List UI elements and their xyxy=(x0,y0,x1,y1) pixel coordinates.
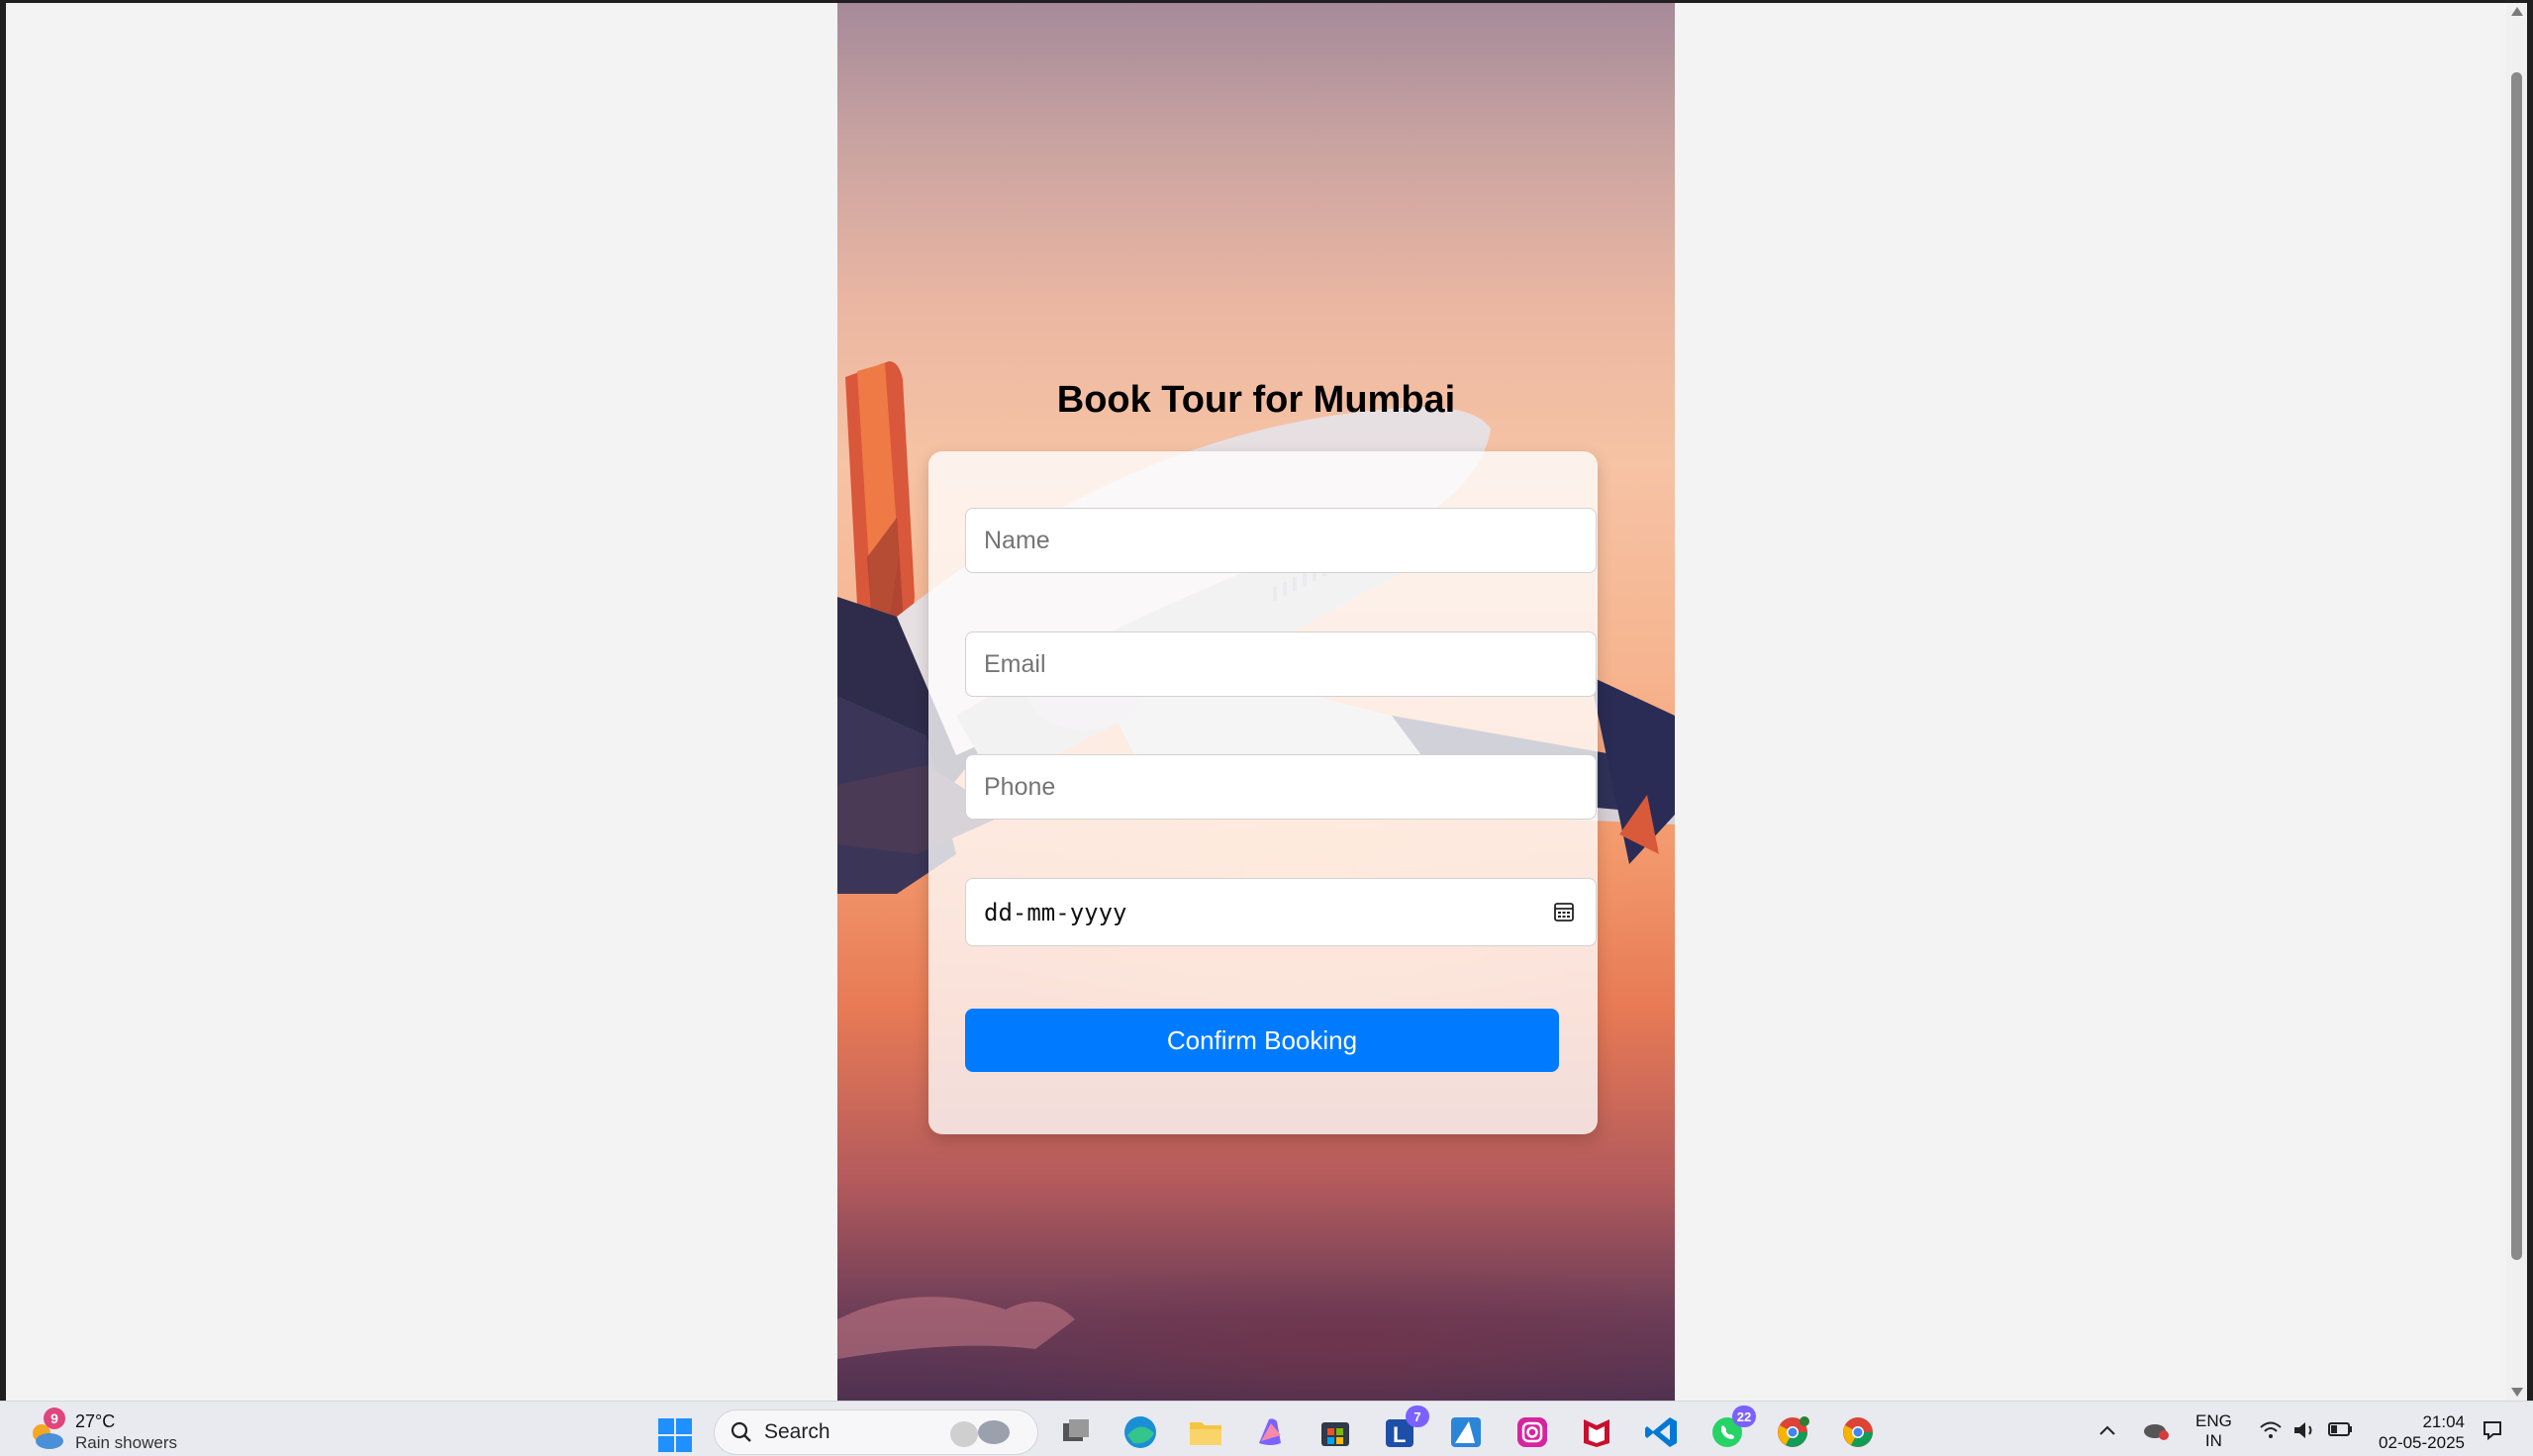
search-label: Search xyxy=(764,1420,830,1443)
system-clock[interactable]: 21:04 02-05-2025 xyxy=(2366,1411,2465,1453)
chrome-profile-icon[interactable] xyxy=(1774,1413,1811,1451)
weather-temperature: 27°C xyxy=(75,1411,116,1431)
file-explorer-icon[interactable] xyxy=(1187,1413,1224,1451)
name-input[interactable]: Name xyxy=(965,508,1597,573)
edge-icon[interactable] xyxy=(1121,1413,1159,1451)
chrome-icon[interactable] xyxy=(1839,1413,1877,1451)
confirm-booking-button[interactable]: Confirm Booking xyxy=(965,1009,1559,1072)
volume-icon[interactable] xyxy=(2292,1419,2318,1441)
wifi-icon[interactable] xyxy=(2259,1419,2283,1441)
vertical-scrollbar[interactable] xyxy=(2506,3,2527,1401)
page-title: Book Tour for Mumbai xyxy=(1056,379,1456,421)
region-label: IN xyxy=(2204,1431,2222,1450)
teams-icon[interactable]: L 7 xyxy=(1382,1406,1429,1451)
scroll-thumb[interactable] xyxy=(2511,72,2522,1260)
date-placeholder: dd-mm-yyyy xyxy=(984,898,1127,926)
email-input[interactable]: Email xyxy=(965,631,1597,697)
search-highlight-icon xyxy=(950,1420,1010,1447)
taskbar: 9 27°C Rain showers Search L 7 22 ENG IN… xyxy=(0,1401,2533,1456)
browser-viewport: Book Tour for Mumbai Name Email Phone dd… xyxy=(6,3,2506,1401)
windows-start-icon[interactable] xyxy=(657,1417,693,1453)
svg-text:L: L xyxy=(1393,1422,1406,1447)
weather-widget[interactable]: 9 27°C Rain showers xyxy=(28,1407,177,1453)
weather-description: Rain showers xyxy=(75,1433,177,1452)
calendar-icon[interactable] xyxy=(1552,900,1576,923)
whatsapp-badge: 22 xyxy=(1732,1406,1756,1427)
phone-input[interactable]: Phone xyxy=(965,754,1597,820)
chevron-up-icon[interactable] xyxy=(2098,1423,2116,1437)
language-indicator[interactable]: ENG IN xyxy=(2195,1411,2232,1451)
weather-badge: 9 xyxy=(44,1407,65,1429)
battery-icon[interactable] xyxy=(2328,1420,2354,1438)
taskbar-search[interactable]: Search xyxy=(714,1409,1038,1455)
notification-icon[interactable] xyxy=(2481,1418,2504,1442)
scroll-up-icon[interactable] xyxy=(2511,7,2523,16)
date-input[interactable]: dd-mm-yyyy xyxy=(965,878,1597,946)
instagram-icon[interactable] xyxy=(1513,1413,1551,1451)
microsoft-store-icon[interactable] xyxy=(1316,1413,1354,1451)
whatsapp-icon[interactable]: 22 xyxy=(1708,1406,1756,1451)
onedrive-icon[interactable] xyxy=(2142,1419,2170,1441)
clock-date: 02-05-2025 xyxy=(2379,1433,2465,1452)
window-edge xyxy=(2527,0,2533,1401)
task-view-icon[interactable] xyxy=(1057,1413,1095,1451)
mcafee-icon[interactable] xyxy=(1578,1413,1615,1451)
teams-badge: 7 xyxy=(1406,1406,1429,1427)
search-icon xyxy=(731,1421,751,1442)
language-label: ENG xyxy=(2195,1411,2232,1430)
booking-form: Name Email Phone dd-mm-yyyy Confirm Book… xyxy=(928,451,1598,1134)
vscode-icon[interactable] xyxy=(1643,1413,1681,1451)
azure-icon[interactable] xyxy=(1447,1413,1485,1451)
hero-background: Book Tour for Mumbai Name Email Phone dd… xyxy=(837,3,1675,1401)
copilot-icon[interactable] xyxy=(1251,1413,1289,1451)
weather-icon: 9 xyxy=(28,1407,67,1451)
clock-time: 21:04 xyxy=(2422,1412,2465,1431)
scroll-down-icon[interactable] xyxy=(2511,1388,2523,1397)
